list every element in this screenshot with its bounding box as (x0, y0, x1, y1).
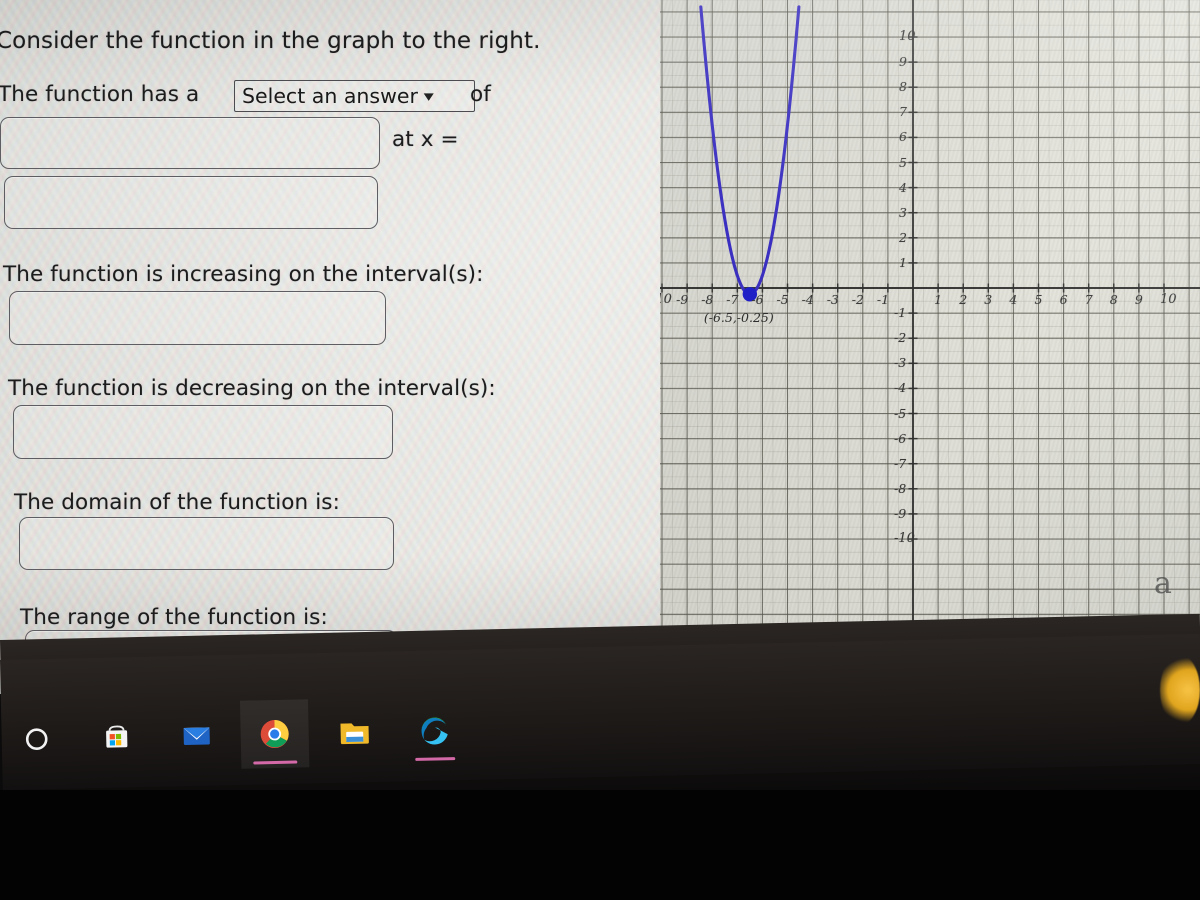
x-tick-label: 10 (1160, 292, 1177, 307)
edge-icon[interactable] (400, 696, 469, 765)
y-tick-label: 4 (899, 179, 907, 195)
decreasing-interval-input[interactable] (13, 405, 393, 459)
domain-input[interactable] (19, 517, 394, 570)
y-tick-label: 2 (899, 229, 907, 245)
y-tick-label: 10 (899, 29, 916, 44)
x-tick-label: -3 (826, 292, 839, 307)
page-title: Consider the function in the graph to th… (0, 28, 541, 54)
of-label: of (470, 82, 491, 107)
x-tick-label: 6 (1059, 292, 1068, 307)
y-tick-label: 1 (899, 254, 907, 270)
x-tick-label: 8 (1109, 292, 1118, 307)
parabola-curve (699, 5, 801, 296)
file-explorer-icon[interactable] (320, 698, 389, 767)
x-tick-label: 5 (1034, 292, 1043, 307)
y-tick-label: -2 (894, 330, 907, 346)
x-tick-label: 4 (1009, 292, 1018, 307)
decreasing-label: The function is decreasing on the interv… (8, 376, 496, 401)
y-tick-label: -6 (894, 430, 907, 446)
chevron-down-icon: ▾ (423, 86, 434, 105)
y-tick-label: -3 (894, 355, 907, 371)
increasing-label: The function is increasing on the interv… (3, 262, 484, 287)
feature-type-select[interactable]: Select an answer ▾ (234, 80, 475, 112)
x-tick-label: -10 (660, 292, 672, 307)
y-tick-label: 9 (899, 54, 907, 70)
y-tick-label: 8 (899, 79, 907, 95)
y-tick-label: -7 (894, 455, 907, 471)
has-a-label: The function has a (0, 82, 200, 107)
y-tick-label: -10 (894, 531, 915, 546)
y-tick-label: 3 (899, 204, 907, 220)
y-tick-label: -1 (894, 305, 907, 321)
select-value: Select an answer (242, 84, 418, 108)
vertex-coordinate-label: (-6.5,-0.25) (703, 310, 774, 325)
x-tick-label: -2 (851, 292, 864, 307)
desk-surface (0, 790, 1200, 900)
range-label: The range of the function is: (20, 605, 328, 630)
y-tick-label: 5 (899, 154, 907, 170)
x-tick-label: -4 (801, 292, 814, 307)
y-tick-label: -8 (894, 480, 907, 496)
y-tick-label: -5 (894, 405, 907, 421)
x-tick-label: -8 (701, 292, 714, 307)
domain-label: The domain of the function is: (14, 490, 340, 515)
graph-paper-panel: -10 -9 -8 -7 -6 -5 -4 -3 -2 -1 1 2 3 4 5 6 7 8 9 10 10 9 8 7 6 5 4… (660, 0, 1200, 694)
y-tick-label: 6 (899, 129, 907, 145)
x-tick-label: -1 (876, 292, 890, 307)
increasing-interval-input[interactable] (9, 291, 386, 345)
laptop-screen: -10 -9 -8 -7 -6 -5 -4 -3 -2 -1 1 2 3 4 5 6 7 8 9 10 10 9 8 7 6 5 4… (0, 0, 1200, 694)
x-tick-label: 1 (934, 292, 943, 307)
microsoft-store-icon[interactable] (82, 703, 151, 772)
x-tick-label: -9 (676, 292, 689, 307)
status-led (1160, 655, 1200, 725)
x-tick-label: -6 (751, 292, 764, 307)
x-tick-label: -7 (726, 292, 739, 307)
feature-value-input[interactable] (0, 117, 380, 169)
x-tick-label: 9 (1134, 292, 1143, 307)
x-tick-label: 3 (984, 292, 993, 307)
y-tick-label: 7 (899, 104, 907, 120)
question-pane: Consider the function in the graph to th… (0, 0, 660, 694)
handwritten-a-annotation: a (1154, 566, 1172, 601)
at-x-value-input[interactable] (4, 176, 378, 229)
x-tick-label: 2 (959, 292, 968, 307)
cortana-icon[interactable] (2, 704, 71, 773)
at-x-label: at x = (392, 127, 459, 152)
x-tick-label: -5 (776, 292, 789, 307)
y-tick-label: -9 (894, 505, 907, 521)
chrome-icon[interactable] (239, 699, 310, 769)
mail-icon[interactable] (162, 701, 231, 770)
x-tick-label: 7 (1084, 292, 1093, 307)
y-tick-label: -4 (894, 380, 907, 396)
parabola-plot (699, 5, 801, 302)
